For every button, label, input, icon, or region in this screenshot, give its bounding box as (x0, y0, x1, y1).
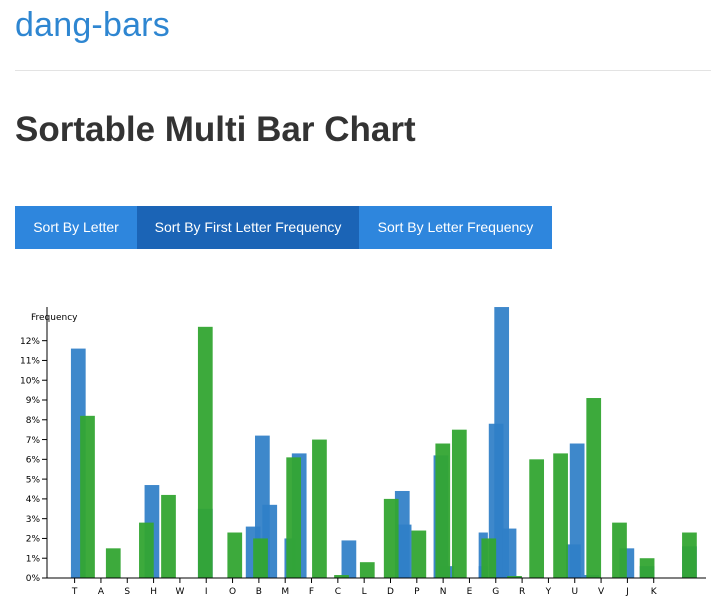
bar-series-2-4 (197, 326, 213, 578)
site-title[interactable]: dang-bars (15, 6, 170, 45)
x-tick-label-U: U (571, 587, 578, 597)
y-tick-label-4: 4% (26, 495, 41, 505)
bar-series-2-20 (612, 522, 627, 578)
bar-series-2-18 (553, 453, 568, 578)
bar-series-2-8 (312, 439, 327, 578)
x-tick-label-J: J (625, 587, 629, 597)
x-tick-label-Y: Y (545, 587, 552, 597)
bar-series-1-26 (569, 443, 585, 578)
x-tick-label-D: D (387, 587, 394, 597)
sort-button-group: Sort By Letter Sort By First Letter Freq… (15, 206, 552, 249)
x-tick-label-H: H (150, 587, 157, 597)
x-tick-label-M: M (281, 587, 289, 597)
y-tick-label-9: 9% (26, 396, 41, 406)
bar-series-2-12 (411, 530, 427, 578)
header-divider (15, 70, 711, 71)
y-tick-label-5: 5% (26, 475, 41, 485)
bar-series-2-2 (139, 522, 154, 578)
x-tick-label-B: B (256, 587, 262, 597)
multi-bar-chart: 0% 1% 2% 3% 4% 5% 6% 7% 8% 9% 10% 11% 12% Frequency T A… (20, 307, 706, 597)
y-tick-label-12: 12% (20, 337, 40, 347)
y-tick-label-8: 8% (26, 416, 41, 426)
bar-series-2-11 (383, 498, 399, 578)
bar-series-2-10 (359, 562, 375, 578)
x-tick-label-O: O (229, 587, 236, 597)
bar-series-2-19 (586, 398, 602, 578)
x-tick-label-R: R (519, 587, 525, 597)
bar-series-2-21 (639, 558, 655, 578)
x-tick-label-P: P (414, 587, 420, 597)
bar-series-2-5 (227, 532, 243, 578)
bar-series-2-7 (286, 457, 302, 578)
y-tick-label-6: 6% (26, 456, 41, 466)
y-tick-label-3: 3% (26, 515, 41, 525)
x-tick-label-S: S (124, 587, 130, 597)
x-tick-label-F: F (309, 587, 314, 597)
y-tick-label-1: 1% (26, 554, 41, 564)
y-tick-label-11: 11% (20, 357, 40, 367)
x-tick-label-G: G (492, 587, 499, 597)
bar-series-1-11 (341, 540, 357, 578)
x-tick-label-I: I (205, 587, 208, 597)
bar-series-1-22 (501, 528, 517, 578)
sort-by-letter-button[interactable]: Sort By Letter (15, 206, 137, 249)
bar-series-1-15 (396, 524, 412, 578)
bar-series-2-0 (80, 415, 95, 578)
page-title: Sortable Multi Bar Chart (15, 110, 416, 149)
x-tick-label-V: V (598, 587, 605, 597)
x-tick-label-T: T (71, 587, 78, 597)
x-tick-label-C: C (335, 587, 341, 597)
bar-series-2-14 (451, 429, 467, 578)
bar-series-2-22 (682, 532, 697, 578)
y-tick-label-0: 0% (26, 574, 41, 584)
bar-series-2-1 (105, 548, 121, 578)
bar-series-2-3 (161, 494, 176, 578)
bar-series-2-6 (253, 538, 268, 578)
bar-series-2-17 (529, 459, 545, 578)
y-tick-label-10: 10% (20, 376, 40, 386)
x-tick-label-A: A (98, 587, 105, 597)
x-tick-label-N: N (440, 587, 447, 597)
y-tick-label-7: 7% (26, 436, 41, 446)
bar-series-2-13 (435, 443, 451, 578)
x-tick-label-E: E (467, 587, 473, 597)
sort-by-first-letter-frequency-button[interactable]: Sort By First Letter Frequency (137, 206, 359, 249)
sort-by-letter-frequency-button[interactable]: Sort By Letter Frequency (359, 206, 552, 249)
x-tick-label-L: L (362, 587, 367, 597)
y-axis-label: Frequency (31, 313, 78, 323)
y-tick-label-2: 2% (26, 535, 41, 545)
x-tick-label-W: W (175, 587, 184, 597)
bar-series-2-15 (481, 538, 497, 578)
x-tick-label-K: K (651, 587, 658, 597)
